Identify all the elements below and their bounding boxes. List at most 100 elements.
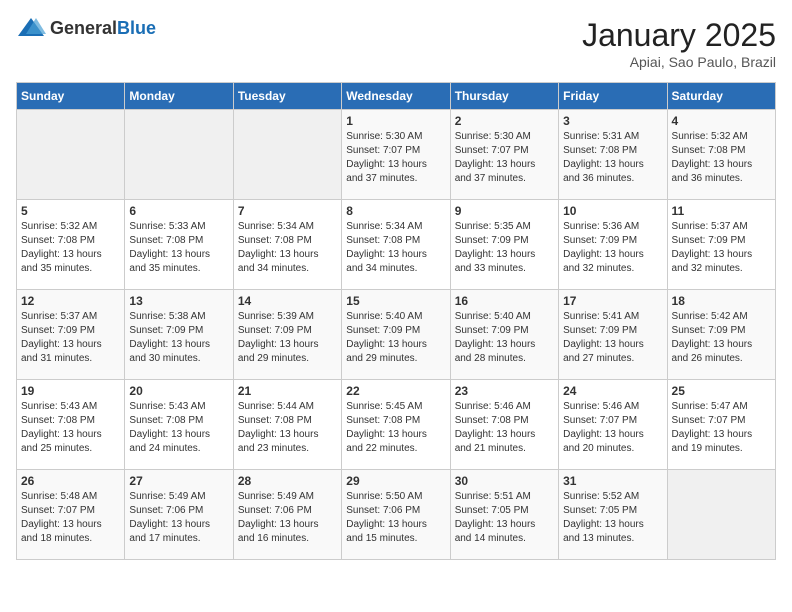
calendar-title: January 2025	[582, 16, 776, 54]
day-info: Sunrise: 5:36 AMSunset: 7:09 PMDaylight:…	[563, 220, 662, 276]
calendar-cell: 4 Sunrise: 5:32 AMSunset: 7:08 PMDaylight…	[667, 110, 775, 200]
day-info: Sunrise: 5:32 AMSunset: 7:08 PMDaylight:…	[672, 130, 771, 186]
day-number: 27	[129, 474, 228, 488]
logo-blue-text: Blue	[117, 18, 156, 38]
calendar-week-2: 5Sunrise: 5:32 AMSunset: 7:08 PMDaylight…	[17, 200, 776, 290]
calendar-cell: 9 Sunrise: 5:35 AMSunset: 7:09 PMDaylight…	[450, 200, 558, 290]
calendar-cell: 29Sunrise: 5:50 AMSunset: 7:06 PMDayligh…	[342, 470, 450, 560]
calendar-cell: 17Sunrise: 5:41 AMSunset: 7:09 PMDayligh…	[559, 290, 667, 380]
day-info: Sunrise: 5:49 AMSunset: 7:06 PMDaylight:…	[129, 490, 228, 546]
day-number: 22	[346, 384, 445, 398]
logo: GeneralBlue	[16, 16, 156, 40]
calendar-cell	[233, 110, 341, 200]
day-info: Sunrise: 5:48 AMSunset: 7:07 PMDaylight:…	[21, 490, 120, 546]
calendar-cell: 20 Sunrise: 5:43 AMSunset: 7:08 PMDayligh…	[125, 380, 233, 470]
day-number: 15	[346, 294, 445, 308]
day-info: Sunrise: 5:46 AMSunset: 7:07 PMDaylight:…	[563, 400, 662, 456]
calendar-cell: 27 Sunrise: 5:49 AMSunset: 7:06 PMDayligh…	[125, 470, 233, 560]
calendar-cell: 30 Sunrise: 5:51 AMSunset: 7:05 PMDayligh…	[450, 470, 558, 560]
day-number: 28	[238, 474, 337, 488]
calendar-cell: 24Sunrise: 5:46 AMSunset: 7:07 PMDayligh…	[559, 380, 667, 470]
day-number: 11	[672, 204, 771, 218]
calendar-cell: 22 Sunrise: 5:45 AMSunset: 7:08 PMDayligh…	[342, 380, 450, 470]
day-number: 20	[129, 384, 228, 398]
calendar-cell: 25 Sunrise: 5:47 AMSunset: 7:07 PMDayligh…	[667, 380, 775, 470]
day-info: Sunrise: 5:38 AMSunset: 7:09 PMDaylight:…	[129, 310, 228, 366]
day-header-thursday: Thursday	[450, 83, 558, 110]
day-info: Sunrise: 5:39 AMSunset: 7:09 PMDaylight:…	[238, 310, 337, 366]
day-number: 21	[238, 384, 337, 398]
day-header-saturday: Saturday	[667, 83, 775, 110]
calendar-cell	[125, 110, 233, 200]
calendar-cell: 15 Sunrise: 5:40 AMSunset: 7:09 PMDayligh…	[342, 290, 450, 380]
day-info: Sunrise: 5:35 AMSunset: 7:09 PMDaylight:…	[455, 220, 554, 276]
day-header-monday: Monday	[125, 83, 233, 110]
day-info: Sunrise: 5:50 AMSunset: 7:06 PMDaylight:…	[346, 490, 445, 546]
day-number: 4	[672, 114, 771, 128]
calendar-cell: 10 Sunrise: 5:36 AMSunset: 7:09 PMDayligh…	[559, 200, 667, 290]
calendar-cell: 3 Sunrise: 5:31 AMSunset: 7:08 PMDaylight…	[559, 110, 667, 200]
calendar-cell: 5Sunrise: 5:32 AMSunset: 7:08 PMDaylight…	[17, 200, 125, 290]
day-info: Sunrise: 5:31 AMSunset: 7:08 PMDaylight:…	[563, 130, 662, 186]
calendar-week-3: 12 Sunrise: 5:37 AMSunset: 7:09 PMDayligh…	[17, 290, 776, 380]
day-info: Sunrise: 5:40 AMSunset: 7:09 PMDaylight:…	[346, 310, 445, 366]
day-info: Sunrise: 5:51 AMSunset: 7:05 PMDaylight:…	[455, 490, 554, 546]
day-number: 30	[455, 474, 554, 488]
calendar-cell: 7Sunrise: 5:34 AMSunset: 7:08 PMDaylight…	[233, 200, 341, 290]
day-info: Sunrise: 5:43 AMSunset: 7:08 PMDaylight:…	[21, 400, 120, 456]
day-number: 6	[129, 204, 228, 218]
calendar-subtitle: Apiai, Sao Paulo, Brazil	[582, 54, 776, 70]
calendar-cell	[17, 110, 125, 200]
day-number: 23	[455, 384, 554, 398]
day-info: Sunrise: 5:44 AMSunset: 7:08 PMDaylight:…	[238, 400, 337, 456]
day-info: Sunrise: 5:43 AMSunset: 7:08 PMDaylight:…	[129, 400, 228, 456]
calendar-cell: 12 Sunrise: 5:37 AMSunset: 7:09 PMDayligh…	[17, 290, 125, 380]
day-info: Sunrise: 5:30 AMSunset: 7:07 PMDaylight:…	[455, 130, 554, 186]
day-number: 18	[672, 294, 771, 308]
calendar-cell: 8 Sunrise: 5:34 AMSunset: 7:08 PMDaylight…	[342, 200, 450, 290]
day-number: 5	[21, 204, 120, 218]
day-info: Sunrise: 5:52 AMSunset: 7:05 PMDaylight:…	[563, 490, 662, 546]
day-info: Sunrise: 5:37 AMSunset: 7:09 PMDaylight:…	[21, 310, 120, 366]
day-number: 10	[563, 204, 662, 218]
day-info: Sunrise: 5:30 AMSunset: 7:07 PMDaylight:…	[346, 130, 445, 186]
calendar-cell: 11Sunrise: 5:37 AMSunset: 7:09 PMDayligh…	[667, 200, 775, 290]
day-info: Sunrise: 5:40 AMSunset: 7:09 PMDaylight:…	[455, 310, 554, 366]
day-info: Sunrise: 5:47 AMSunset: 7:07 PMDaylight:…	[672, 400, 771, 456]
calendar-cell: 23 Sunrise: 5:46 AMSunset: 7:08 PMDayligh…	[450, 380, 558, 470]
calendar-week-5: 26 Sunrise: 5:48 AMSunset: 7:07 PMDayligh…	[17, 470, 776, 560]
day-info: Sunrise: 5:46 AMSunset: 7:08 PMDaylight:…	[455, 400, 554, 456]
day-number: 9	[455, 204, 554, 218]
day-header-tuesday: Tuesday	[233, 83, 341, 110]
day-number: 26	[21, 474, 120, 488]
day-number: 13	[129, 294, 228, 308]
day-info: Sunrise: 5:41 AMSunset: 7:09 PMDaylight:…	[563, 310, 662, 366]
calendar-cell	[667, 470, 775, 560]
day-number: 12	[21, 294, 120, 308]
day-number: 25	[672, 384, 771, 398]
day-number: 3	[563, 114, 662, 128]
calendar-cell: 2Sunrise: 5:30 AMSunset: 7:07 PMDaylight…	[450, 110, 558, 200]
calendar-cell: 13 Sunrise: 5:38 AMSunset: 7:09 PMDayligh…	[125, 290, 233, 380]
day-number: 19	[21, 384, 120, 398]
day-header-friday: Friday	[559, 83, 667, 110]
day-info: Sunrise: 5:45 AMSunset: 7:08 PMDaylight:…	[346, 400, 445, 456]
day-info: Sunrise: 5:42 AMSunset: 7:09 PMDaylight:…	[672, 310, 771, 366]
day-header-sunday: Sunday	[17, 83, 125, 110]
calendar-week-1: 1 Sunrise: 5:30 AMSunset: 7:07 PMDaylight…	[17, 110, 776, 200]
calendar-week-4: 19 Sunrise: 5:43 AMSunset: 7:08 PMDayligh…	[17, 380, 776, 470]
calendar-cell: 18 Sunrise: 5:42 AMSunset: 7:09 PMDayligh…	[667, 290, 775, 380]
logo-general-text: General	[50, 18, 117, 38]
day-number: 14	[238, 294, 337, 308]
calendar-cell: 1 Sunrise: 5:30 AMSunset: 7:07 PMDaylight…	[342, 110, 450, 200]
calendar-cell: 21 Sunrise: 5:44 AMSunset: 7:08 PMDayligh…	[233, 380, 341, 470]
day-info: Sunrise: 5:34 AMSunset: 7:08 PMDaylight:…	[346, 220, 445, 276]
day-number: 1	[346, 114, 445, 128]
day-number: 7	[238, 204, 337, 218]
days-header-row: SundayMondayTuesdayWednesdayThursdayFrid…	[17, 83, 776, 110]
day-number: 8	[346, 204, 445, 218]
day-info: Sunrise: 5:33 AMSunset: 7:08 PMDaylight:…	[129, 220, 228, 276]
header: GeneralBlue January 2025 Apiai, Sao Paul…	[16, 16, 776, 70]
calendar-cell: 6 Sunrise: 5:33 AMSunset: 7:08 PMDaylight…	[125, 200, 233, 290]
day-number: 16	[455, 294, 554, 308]
